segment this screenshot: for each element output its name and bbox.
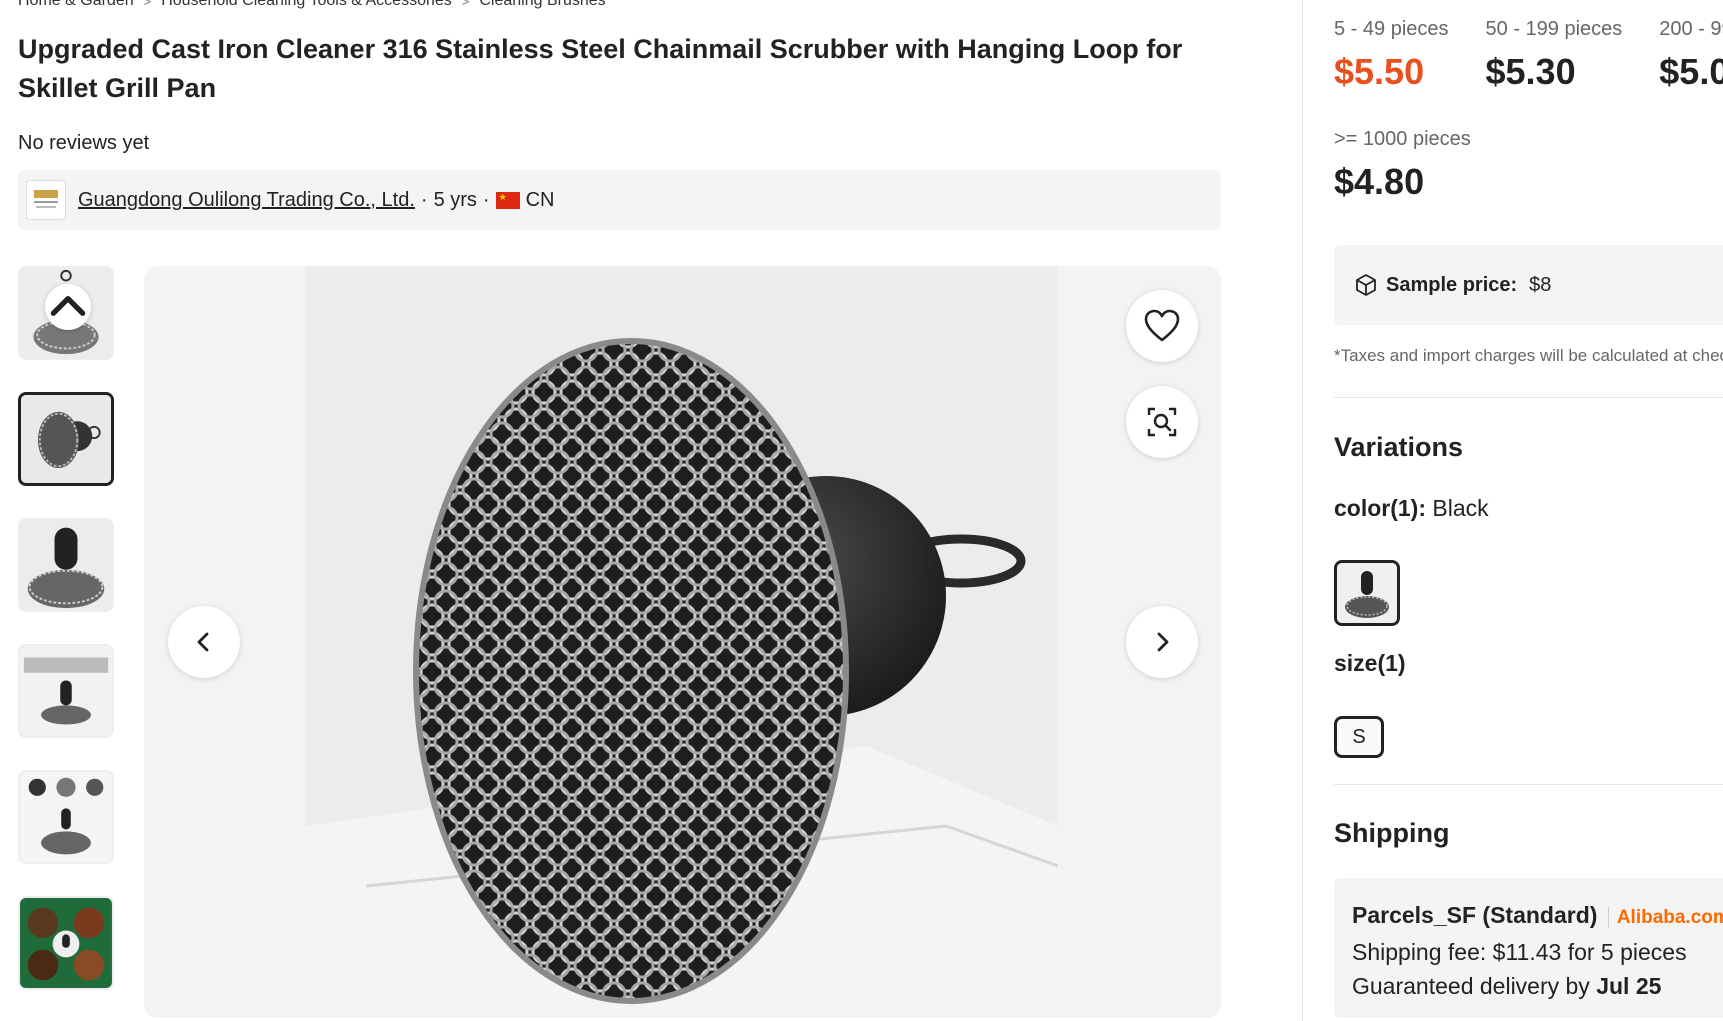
meta-separator: · (420, 188, 428, 211)
breadcrumb-separator: > (143, 0, 152, 9)
color-variation-label: color(1): Black (1334, 495, 1489, 522)
china-flag-icon (495, 191, 520, 209)
shipping-method: Parcels_SF (Standard) (1352, 902, 1598, 928)
purchase-panel: 5 - 49 pieces $5.50 50 - 199 pieces $5.3… (1334, 0, 1723, 1021)
supplier-logo[interactable] (26, 180, 66, 220)
color-swatch-black[interactable] (1334, 560, 1400, 626)
chevron-left-icon (197, 632, 209, 652)
shipping-method-row: Parcels_SF (Standard) Alibaba.com Logist… (1352, 898, 1723, 935)
sample-price-label: Sample price: (1386, 273, 1518, 296)
supplier-meta: · 5 yrs · CN (421, 189, 555, 212)
breadcrumb-item-household-cleaning[interactable]: Household Cleaning Tools & Accessories (161, 0, 452, 10)
package-icon (1356, 274, 1376, 296)
add-to-favorites-button[interactable] (1126, 290, 1198, 362)
carrier-badge: Alibaba.com Logistics (1607, 907, 1723, 928)
product-title: Upgraded Cast Iron Cleaner 316 Stainless… (18, 34, 1183, 103)
thumbnail-4[interactable] (18, 644, 114, 738)
shipping-fee-label: Shipping fee: (1352, 939, 1487, 965)
shipping-box[interactable]: Parcels_SF (Standard) Alibaba.com Logist… (1334, 878, 1723, 1018)
chevron-up-icon (50, 296, 86, 316)
image-search-icon (1147, 407, 1177, 437)
breadcrumb: Home & Garden > Household Cleaning Tools… (18, 0, 606, 10)
tier-price: $4.80 (1334, 161, 1425, 202)
size-variation-label: size(1) (1334, 650, 1406, 677)
shipping-fee-row: Shipping fee: $11.43 for 5 pieces (1352, 935, 1723, 969)
breadcrumb-item-home-garden[interactable]: Home & Garden (18, 0, 134, 10)
supplier-name-link[interactable]: Guangdong Oulilong Trading Co., Ltd. (78, 189, 415, 212)
shipping-fee-value: $11.43 for 5 pieces (1492, 939, 1687, 965)
thumbnail-5[interactable] (18, 770, 114, 864)
supplier-country: CN (525, 188, 555, 211)
sample-price-box[interactable]: Sample price: $8 (1334, 245, 1723, 325)
price-tiers: 5 - 49 pieces $5.50 50 - 199 pieces $5.3… (1334, 18, 1723, 93)
size-option-s[interactable]: S (1334, 716, 1384, 758)
heart-icon (1144, 309, 1180, 342)
color-selected-value: Black (1432, 495, 1489, 521)
main-image-viewer (144, 266, 1221, 1018)
tier-price: $5.50 (1334, 51, 1425, 92)
section-divider (1334, 397, 1723, 398)
variations-title: Variations (1334, 432, 1464, 462)
breadcrumb-item-cleaning-brushes[interactable]: Cleaning Brushes (479, 0, 605, 10)
main-product-image[interactable] (306, 266, 1059, 1018)
thumbnails-scroll-up-button[interactable] (45, 284, 91, 330)
breadcrumb-separator: > (461, 0, 470, 9)
chevron-right-icon (1157, 632, 1169, 652)
tier-price: $5.00 (1659, 51, 1723, 92)
tier-quantity: 200 - 999 pieces (1659, 18, 1723, 40)
price-tier-bulk: >= 1000 pieces $4.80 (1334, 128, 1471, 203)
price-tier-2: 50 - 199 pieces $5.30 (1486, 18, 1623, 93)
thumbnail-2[interactable] (18, 392, 114, 486)
price-tier-1: 5 - 49 pieces $5.50 (1334, 18, 1449, 93)
meta-separator: · (482, 188, 490, 211)
tier-price: $5.30 (1485, 51, 1576, 92)
supplier-bar: Guangdong Oulilong Trading Co., Ltd. · 5… (18, 170, 1221, 230)
delivery-date: Jul 25 (1596, 973, 1662, 999)
thumbnail-6[interactable] (18, 896, 114, 990)
delivery-label: Guaranteed delivery by (1352, 973, 1590, 999)
price-tier-3: 200 - 999 pieces $5.00 (1659, 18, 1723, 93)
tier-quantity: >= 1000 pieces (1334, 128, 1471, 150)
thumbnail-3[interactable] (18, 518, 114, 612)
next-image-button[interactable] (1126, 606, 1198, 678)
previous-image-button[interactable] (168, 606, 240, 678)
tier-quantity: 50 - 199 pieces (1485, 18, 1623, 40)
size-label: size(1) (1334, 650, 1406, 676)
visual-search-button[interactable] (1126, 386, 1198, 458)
thumbnail-strip (18, 266, 114, 1021)
column-divider (1302, 0, 1303, 1021)
section-divider (1334, 784, 1723, 785)
tier-quantity: 5 - 49 pieces (1334, 18, 1449, 40)
delivery-row: Guaranteed delivery by Jul 25 (1352, 969, 1723, 1003)
color-label: color(1): (1334, 495, 1426, 521)
sample-price-value: $8 (1529, 273, 1552, 296)
taxes-note: *Taxes and import charges will be calcul… (1334, 346, 1723, 365)
shipping-title: Shipping (1334, 818, 1450, 848)
supplier-years: 5 yrs (433, 188, 477, 211)
reviews-summary: No reviews yet (18, 132, 150, 154)
thumbnail-1[interactable] (18, 266, 114, 360)
